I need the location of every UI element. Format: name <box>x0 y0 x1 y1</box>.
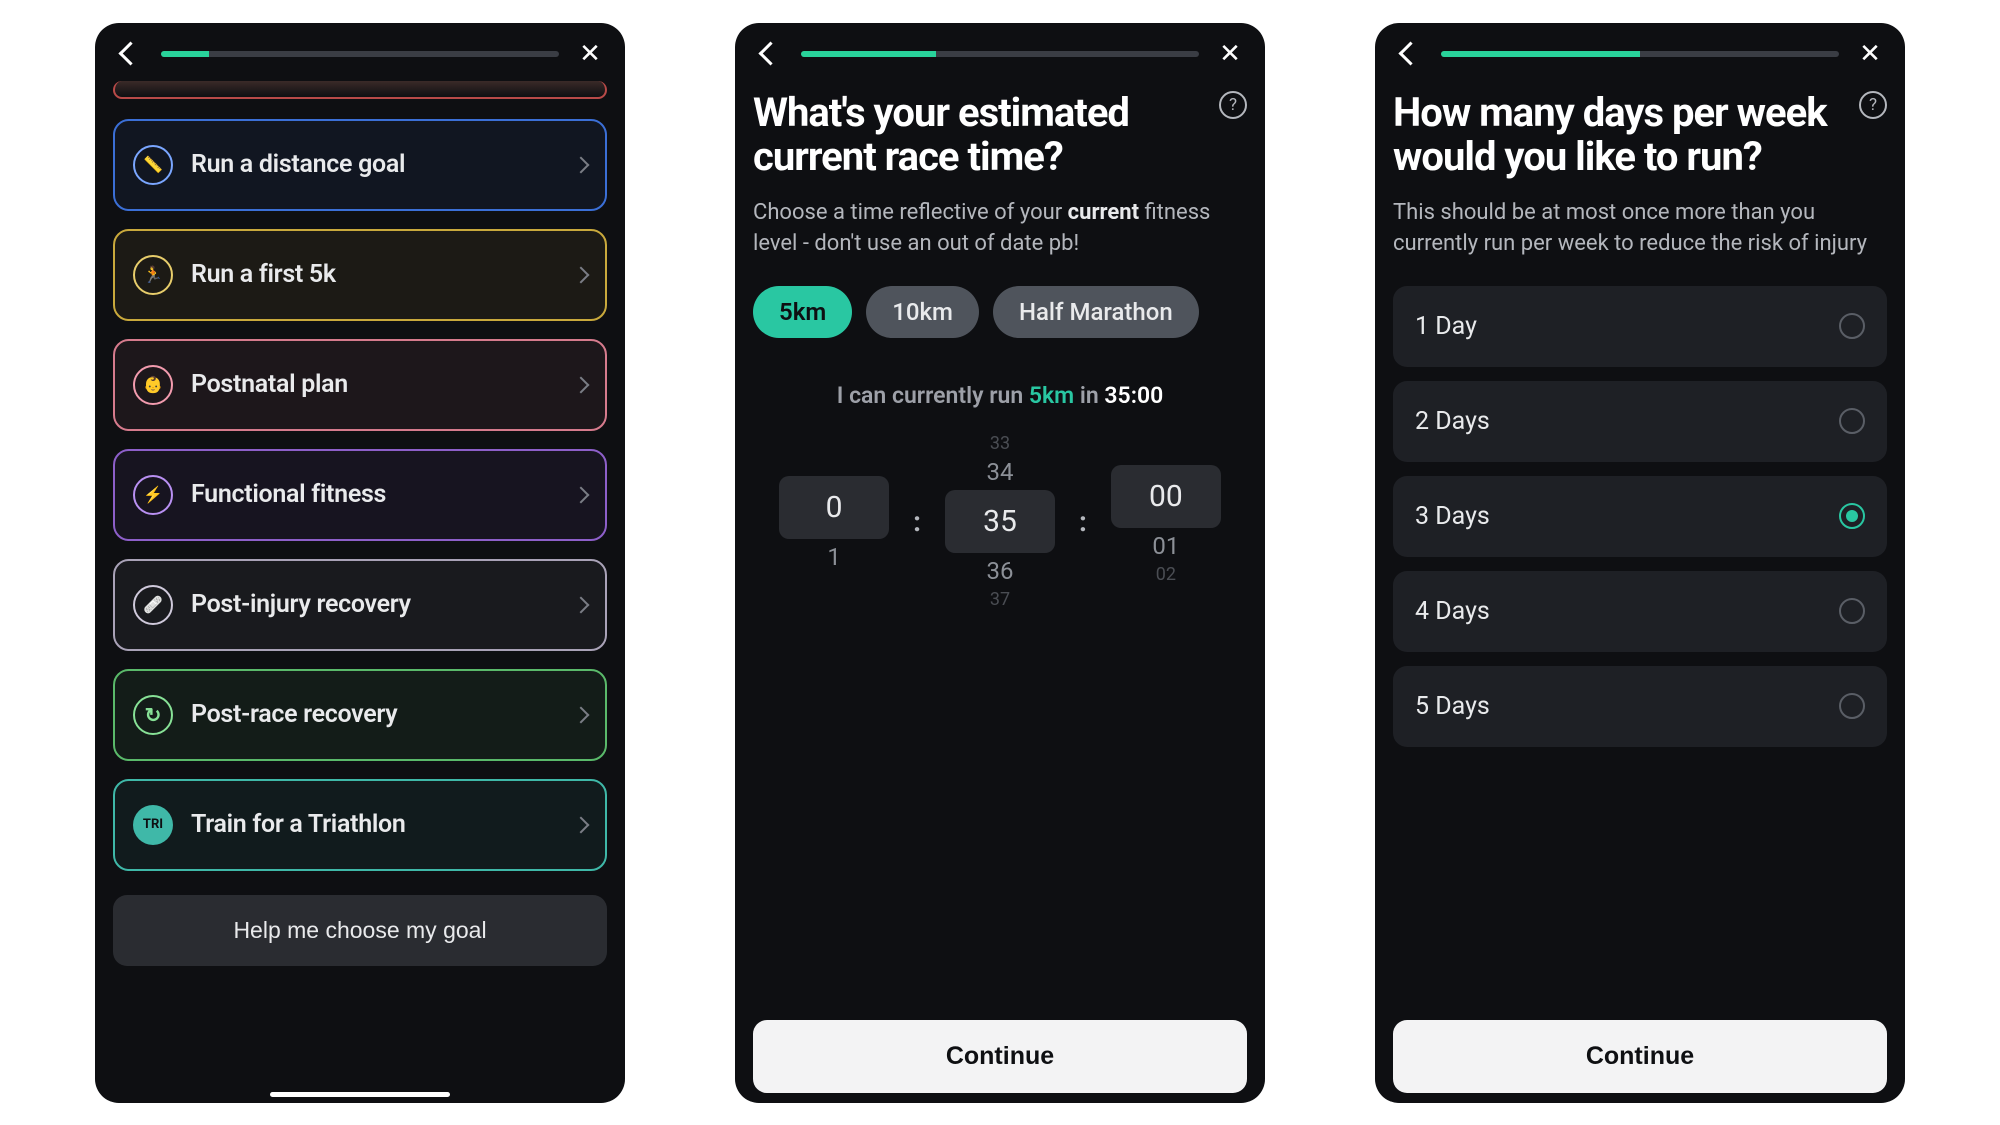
chip-10km[interactable]: 10km <box>866 286 979 338</box>
help-icon[interactable]: ? <box>1859 91 1887 119</box>
goal-postnatal[interactable]: Postnatal plan <box>113 339 607 431</box>
goal-post-injury[interactable]: Post-injury recovery <box>113 559 607 651</box>
option-label: 1 Day <box>1415 312 1477 341</box>
chevron-right-icon <box>575 599 587 611</box>
time-sep: : <box>1079 505 1087 538</box>
close-icon[interactable] <box>573 37 607 71</box>
close-icon[interactable] <box>1213 37 1247 71</box>
goal-label: Functional fitness <box>191 480 557 509</box>
refresh-icon <box>133 695 173 735</box>
goal-run-distance[interactable]: Run a distance goal <box>113 119 607 211</box>
option-1-day[interactable]: 1 Day <box>1393 286 1887 367</box>
continue-button[interactable]: Continue <box>1393 1020 1887 1093</box>
chevron-right-icon <box>575 379 587 391</box>
back-icon[interactable] <box>1393 37 1427 71</box>
option-label: 3 Days <box>1415 502 1490 531</box>
goal-label: Post-injury recovery <box>191 590 557 619</box>
minutes-wheel[interactable]: 33 34 35 36 37 <box>945 433 1055 610</box>
goal-functional-fitness[interactable]: Functional fitness <box>113 449 607 541</box>
topbar <box>1375 23 1905 81</box>
goal-post-race[interactable]: Post-race recovery <box>113 669 607 761</box>
back-icon[interactable] <box>753 37 787 71</box>
back-icon[interactable] <box>113 37 147 71</box>
ruler-icon <box>133 145 173 185</box>
progress-bar <box>801 51 1199 57</box>
radio-icon <box>1839 408 1865 434</box>
time-sep: : <box>913 505 921 538</box>
radio-icon <box>1839 503 1865 529</box>
option-4-days[interactable]: 4 Days <box>1393 571 1887 652</box>
help-icon[interactable]: ? <box>1219 91 1247 119</box>
progress-fill <box>161 51 209 57</box>
option-3-days[interactable]: 3 Days <box>1393 476 1887 557</box>
radio-icon <box>1839 693 1865 719</box>
home-indicator <box>270 1092 450 1097</box>
continue-button[interactable]: Continue <box>753 1020 1247 1093</box>
progress-bar <box>1441 51 1839 57</box>
goal-triathlon[interactable]: TRI Train for a Triathlon <box>113 779 607 871</box>
days-per-week-screen: How many days per week would you like to… <box>1375 23 1905 1103</box>
race-time-screen: What's your estimated current race time?… <box>735 23 1265 1103</box>
summary-line: I can currently run 5km in 35:00 <box>753 382 1247 409</box>
content: What's your estimated current race time?… <box>735 81 1265 1103</box>
page-title: How many days per week would you like to… <box>1393 91 1845 181</box>
option-label: 2 Days <box>1415 407 1490 436</box>
seconds-wheel[interactable]: 00 01 02 <box>1111 457 1221 585</box>
content: How many days per week would you like to… <box>1375 81 1905 1103</box>
goal-first-5k[interactable]: Run a first 5k <box>113 229 607 321</box>
help-choose-button[interactable]: Help me choose my goal <box>113 895 607 966</box>
chevron-right-icon <box>575 269 587 281</box>
progress-fill <box>1441 51 1640 57</box>
goal-label: Postnatal plan <box>191 370 557 399</box>
option-label: 5 Days <box>1415 692 1490 721</box>
option-5-days[interactable]: 5 Days <box>1393 666 1887 747</box>
radio-icon <box>1839 313 1865 339</box>
chip-half-marathon[interactable]: Half Marathon <box>993 286 1199 338</box>
topbar <box>735 23 1265 81</box>
option-label: 4 Days <box>1415 597 1490 626</box>
goal-select-screen: Run a distance goal Run a first 5k Postn… <box>95 23 625 1103</box>
time-picker[interactable]: 0 1 : 33 34 35 36 37 : 00 01 02 <box>753 433 1247 610</box>
radio-icon <box>1839 598 1865 624</box>
page-title: What's your estimated current race time? <box>753 91 1205 181</box>
chevron-right-icon <box>575 159 587 171</box>
goal-label: Train for a Triathlon <box>191 810 557 839</box>
subtitle: Choose a time reflective of your current… <box>753 198 1247 260</box>
topbar <box>95 23 625 81</box>
goal-label: Run a distance goal <box>191 150 557 179</box>
hours-wheel[interactable]: 0 1 <box>779 468 889 575</box>
goal-label: Run a first 5k <box>191 260 557 289</box>
flex-icon <box>133 475 173 515</box>
chip-5km[interactable]: 5km <box>753 286 852 338</box>
chevron-right-icon <box>575 489 587 501</box>
goal-label: Post-race recovery <box>191 700 557 729</box>
subtitle: This should be at most once more than yo… <box>1393 198 1887 260</box>
progress-bar <box>161 51 559 57</box>
chevron-right-icon <box>575 819 587 831</box>
baby-icon <box>133 365 173 405</box>
tri-icon: TRI <box>133 805 173 845</box>
bandage-icon <box>133 585 173 625</box>
days-option-list: 1 Day 2 Days 3 Days 4 Days 5 Days <box>1393 286 1887 747</box>
content: Run a distance goal Run a first 5k Postn… <box>95 81 625 1084</box>
close-icon[interactable] <box>1853 37 1887 71</box>
distance-chip-row: 5km 10km Half Marathon <box>753 286 1247 338</box>
progress-fill <box>801 51 936 57</box>
run-icon <box>133 255 173 295</box>
previous-card-edge[interactable] <box>113 81 607 99</box>
option-2-days[interactable]: 2 Days <box>1393 381 1887 462</box>
chevron-right-icon <box>575 709 587 721</box>
